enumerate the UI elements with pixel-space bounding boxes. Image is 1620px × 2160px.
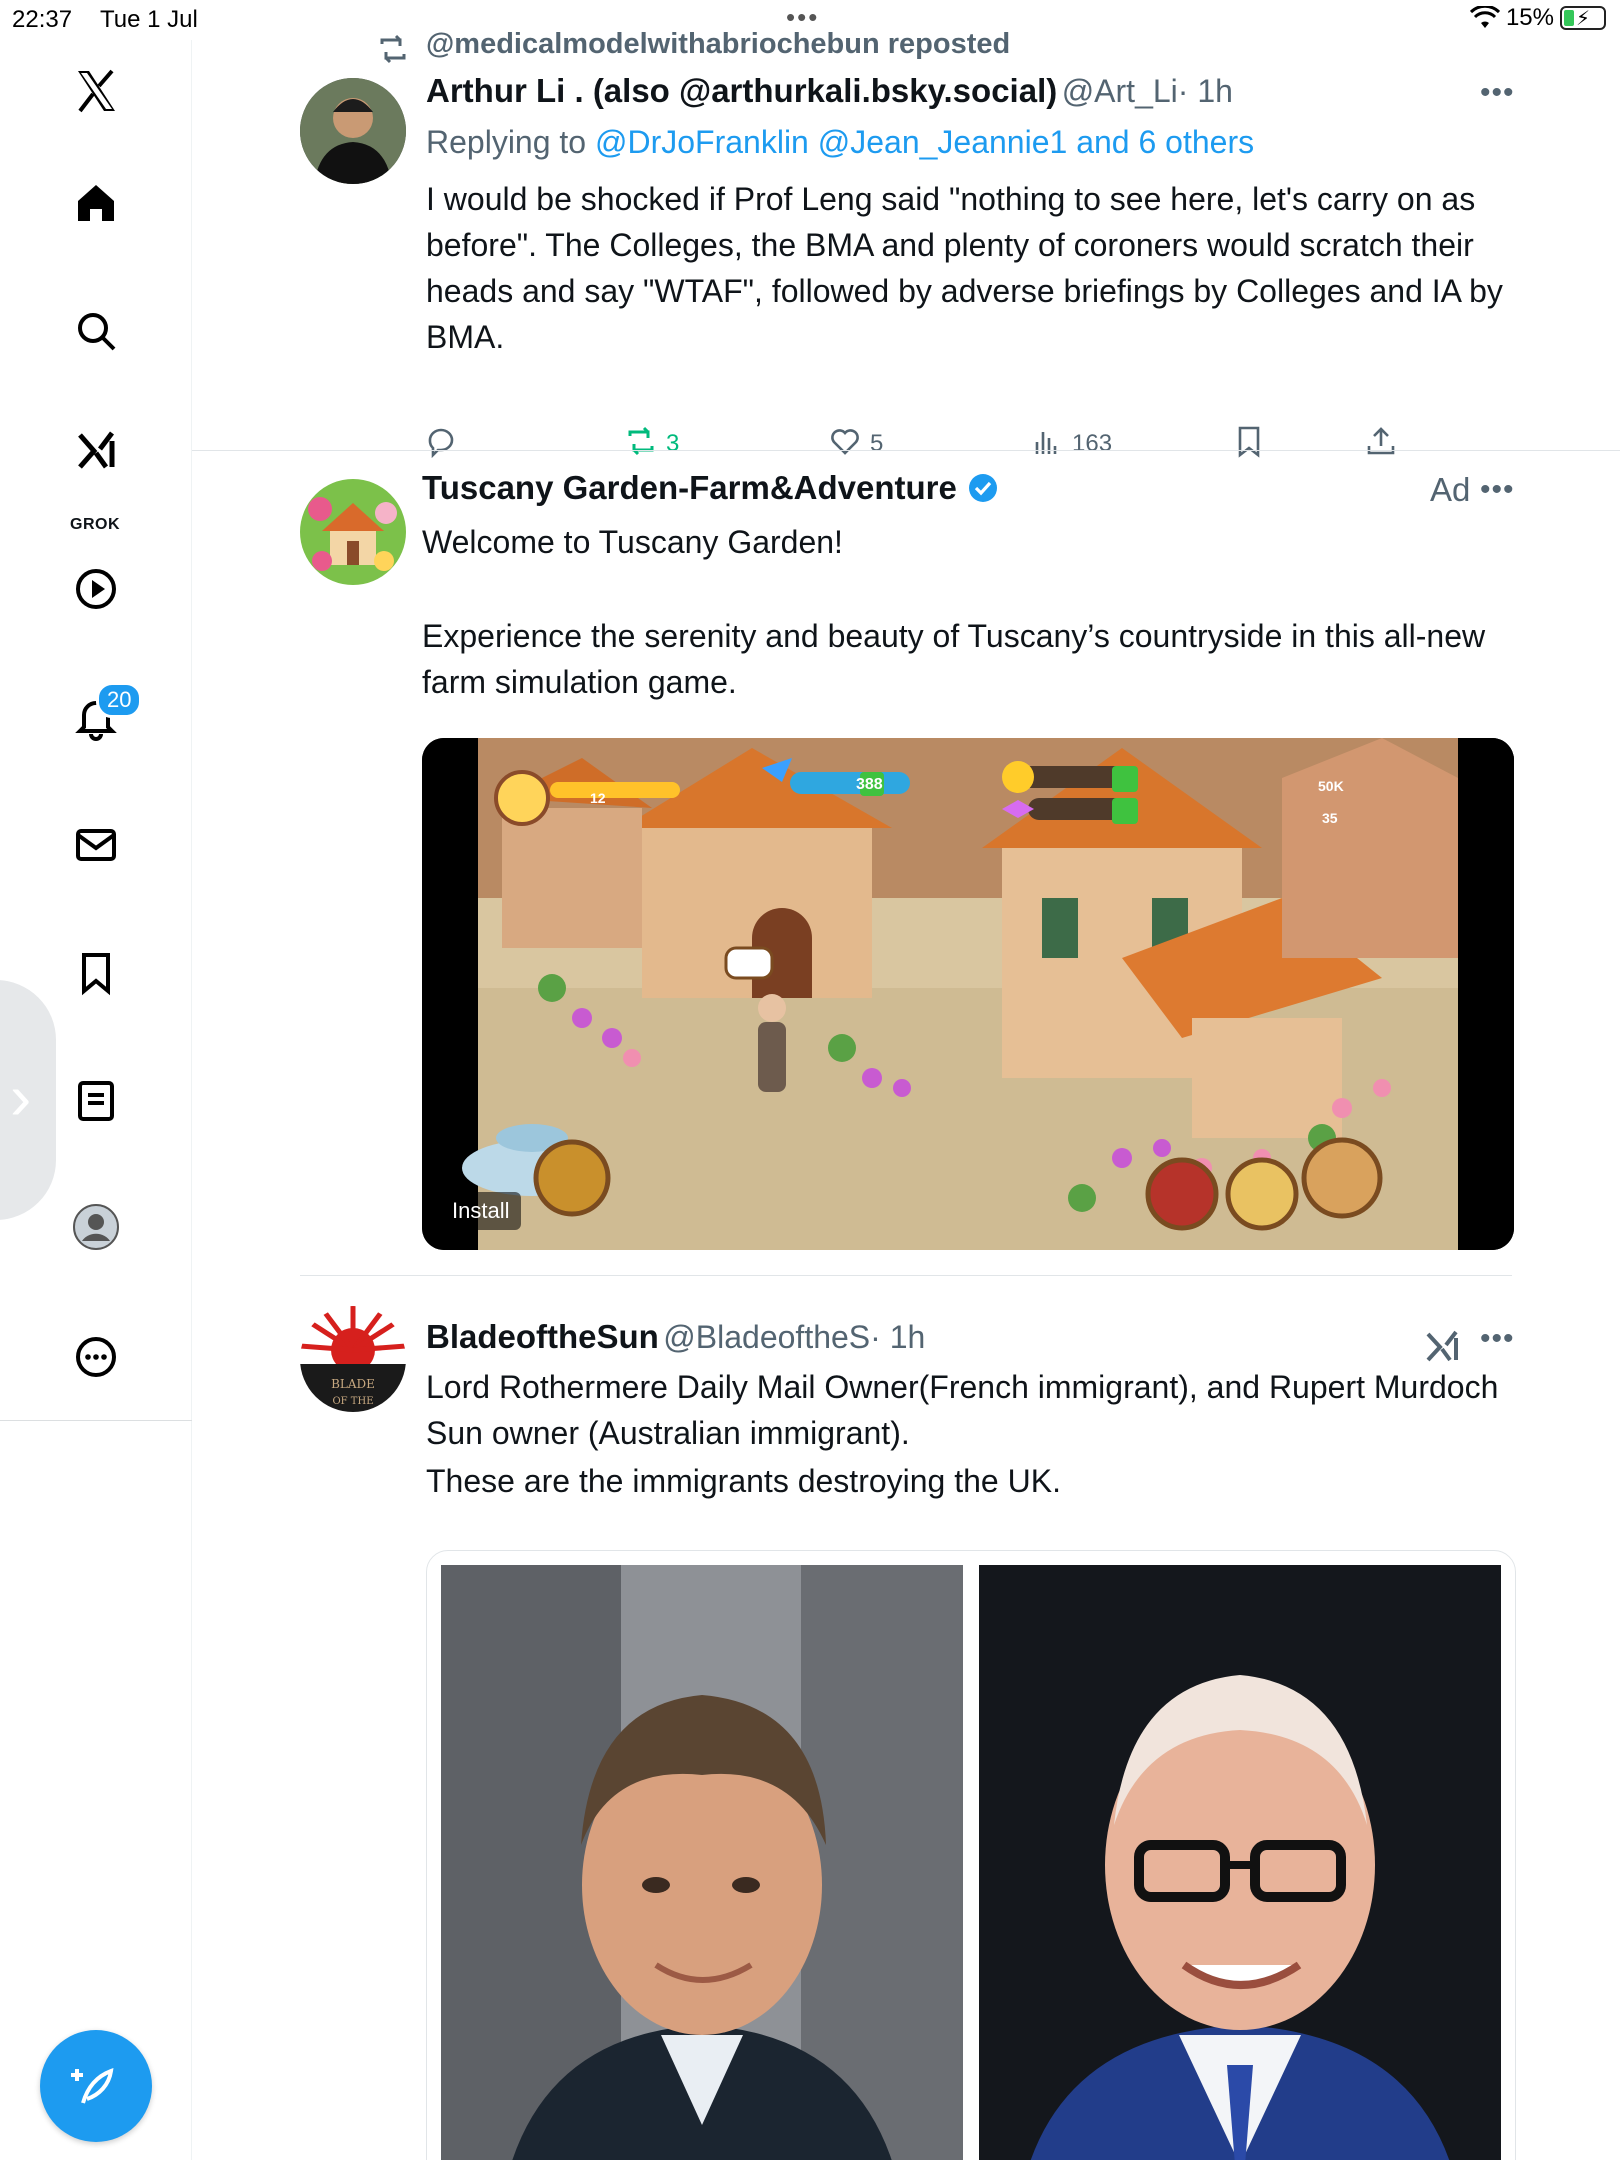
search-icon[interactable]: [65, 300, 127, 362]
replying-to-label: Replying to: [426, 124, 595, 160]
video-play-icon[interactable]: [65, 558, 127, 620]
ad-label: Ad: [1430, 471, 1471, 508]
timeline-feed: @medicalmodelwithabriochebun reposted Ar…: [192, 28, 1620, 2160]
battery-icon: ⚡: [1560, 6, 1606, 30]
post-bladeofthesun[interactable]: BLADE OF THE BladeoftheSun @BladeoftheS· …: [192, 1292, 1620, 2160]
game-scene-illustration: [422, 738, 1514, 1250]
avatar-bladeofthesun[interactable]: BLADE OF THE: [300, 1306, 406, 1412]
author-name[interactable]: BladeoftheSun: [426, 1318, 659, 1355]
post-more-options-icon[interactable]: •••: [1480, 1322, 1515, 1356]
author-name[interactable]: Arthur Li . (also @arthurkali.bsky.socia…: [426, 72, 1057, 109]
grok-explain-icon[interactable]: [1424, 1328, 1462, 1366]
grok-icon[interactable]: [65, 420, 127, 482]
messages-mail-icon[interactable]: [65, 814, 127, 876]
post-more-options-icon[interactable]: •••: [1480, 473, 1515, 507]
post-time[interactable]: · 1h: [870, 1319, 925, 1355]
status-time: 22:37: [12, 6, 73, 33]
post-time[interactable]: · 1h: [1178, 73, 1233, 109]
author-handle[interactable]: @Art_Li: [1062, 73, 1178, 109]
sidebar-divider: [0, 1420, 192, 1421]
post-ad-tuscany-garden[interactable]: Tuscany Garden-Farm&Adventure Ad ••• Wel…: [192, 451, 1620, 1301]
profile-icon[interactable]: [65, 1196, 127, 1258]
lists-icon[interactable]: [65, 1070, 127, 1132]
post-image-grid[interactable]: [426, 1550, 1516, 2160]
ad-text-description: Experience the serenity and beauty of Tu…: [422, 618, 1486, 700]
photo-man-right: [979, 1565, 1501, 2160]
status-date: Tue 1 Jul: [100, 6, 198, 33]
post-text-2: These are the immigrants destroying the …: [426, 1463, 1061, 1499]
avatar-tuscany-garden[interactable]: [300, 479, 406, 585]
verified-badge-icon: [968, 474, 997, 502]
battery-percent: 15%: [1505, 4, 1554, 31]
game-coins-value: 50K: [1318, 778, 1344, 794]
x-logo-icon[interactable]: [65, 60, 127, 122]
photo-man-left: [441, 1565, 963, 2160]
install-button[interactable]: Install: [440, 1192, 522, 1230]
game-gems-value: 35: [1322, 810, 1338, 826]
notifications-badge: 20: [96, 682, 143, 718]
compose-post-button[interactable]: [40, 2030, 152, 2142]
sidebar-expand-handle[interactable]: ›: [0, 980, 56, 1220]
home-icon[interactable]: [65, 172, 127, 234]
repost-attribution[interactable]: @medicalmodelwithabriochebun reposted: [426, 28, 1010, 61]
post-divider: [300, 1275, 1512, 1276]
post-text: Lord Rothermere Daily Mail Owner(French …: [426, 1369, 1499, 1451]
game-energy-value: 388: [856, 776, 883, 793]
author-name[interactable]: Tuscany Garden-Farm&Adventure: [422, 469, 957, 507]
bookmarks-icon[interactable]: [65, 942, 127, 1004]
sidebar: › GROK 20: [0, 40, 192, 2160]
ad-text-intro: Welcome to Tuscany Garden!: [422, 524, 843, 560]
chevron-right-icon: ›: [10, 1061, 32, 1133]
wifi-icon: [1469, 6, 1500, 28]
replying-to-links[interactable]: @DrJoFranklin @Jean_Jeannie1 and 6 other…: [595, 124, 1254, 160]
author-handle[interactable]: @BladeoftheS: [663, 1319, 870, 1355]
repost-icon: [380, 34, 406, 64]
game-level-value: 12: [590, 790, 606, 806]
compose-feather-icon: [71, 2067, 114, 2104]
post-more-options-icon[interactable]: •••: [1480, 76, 1515, 110]
svg-text:OF THE: OF THE: [332, 1396, 373, 1407]
ad-game-video[interactable]: 388 50K 35 12 Install: [422, 738, 1514, 1250]
svg-text:BLADE: BLADE: [331, 1377, 375, 1391]
post-reply-arthur-li[interactable]: @medicalmodelwithabriochebun reposted Ar…: [192, 28, 1620, 458]
post-text: I would be shocked if Prof Leng said "no…: [426, 181, 1503, 355]
avatar-arthur-li[interactable]: [300, 78, 406, 184]
grok-label: GROK: [70, 516, 120, 533]
more-options-icon[interactable]: [65, 1326, 127, 1388]
